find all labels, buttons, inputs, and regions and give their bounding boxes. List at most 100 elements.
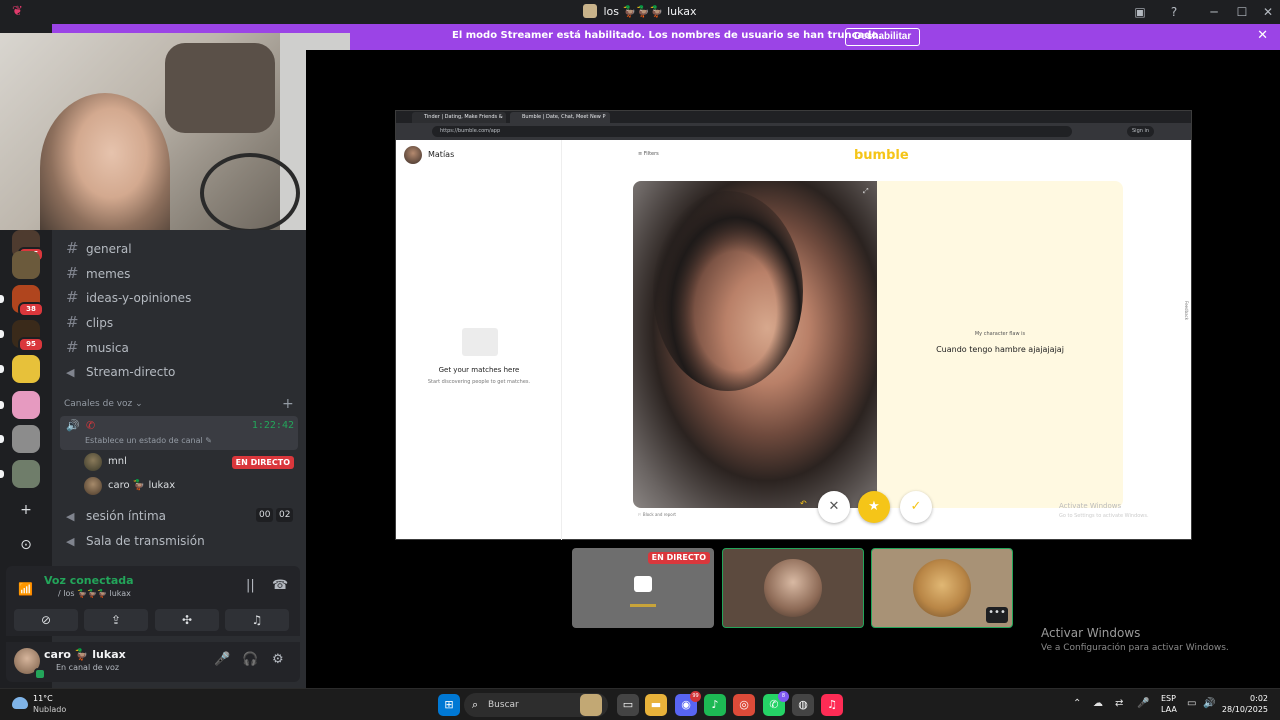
more-options-icon[interactable]: ••• bbox=[986, 607, 1008, 623]
file-explorer-icon[interactable]: ▬ bbox=[645, 694, 667, 716]
server-icon[interactable] bbox=[0, 355, 40, 383]
pass-button[interactable]: ✕ bbox=[818, 491, 850, 523]
browser-tab-bumble[interactable]: Bumble | Date, Chat, Meet New P bbox=[510, 112, 610, 123]
voice-connected-channel[interactable]: / los 🦆🦆🦆 lukax bbox=[58, 589, 131, 598]
profile-prompt-label: My character flaw is bbox=[974, 331, 1026, 337]
clock-time[interactable]: 0:02 bbox=[1250, 694, 1268, 703]
tray-overflow-icon[interactable]: ⌃ bbox=[1073, 698, 1081, 709]
expand-icon[interactable]: ⤢ bbox=[863, 187, 869, 196]
spotify-taskbar-icon[interactable]: ♪ bbox=[704, 694, 726, 716]
live-badge: EN DIRECTO bbox=[231, 456, 294, 469]
channel-ideas-y-opiniones[interactable]: # ideas-y-opiniones bbox=[66, 286, 296, 308]
obs-taskbar-icon[interactable]: ◍ bbox=[792, 694, 814, 716]
hash-icon: # bbox=[66, 313, 79, 331]
voice-connected-title[interactable]: Voz conectada bbox=[44, 574, 134, 587]
banner-text: El modo Streamer está habilitado. Los no… bbox=[452, 30, 883, 41]
maximize-button[interactable]: ☐ bbox=[1232, 3, 1252, 21]
channel-label: clips bbox=[86, 316, 114, 330]
participant-tile-caro[interactable]: ••• bbox=[871, 548, 1013, 628]
server-icon[interactable]: 95 bbox=[0, 320, 44, 352]
minimize-button[interactable]: ─ bbox=[1204, 3, 1224, 21]
feedback-tab[interactable]: Feedback bbox=[1184, 301, 1189, 320]
noise-suppression-icon[interactable]: || bbox=[246, 578, 255, 593]
start-button[interactable]: ⊞ bbox=[438, 694, 460, 716]
settings-gear-icon[interactable]: ⚙ bbox=[272, 652, 284, 667]
server-icon[interactable] bbox=[0, 391, 40, 419]
disable-streamer-mode-button[interactable]: Deshabilitar bbox=[845, 28, 921, 46]
participant-tile-mnl[interactable] bbox=[722, 548, 864, 628]
widget-icon[interactable] bbox=[580, 694, 602, 716]
browser-url[interactable]: https://bumble.com/app bbox=[432, 126, 1072, 137]
channel-stream-directo[interactable]: ◀ Stream-directo bbox=[66, 361, 296, 383]
disconnect-icon[interactable]: ☎ bbox=[272, 578, 288, 593]
input-layout[interactable]: LAA bbox=[1161, 705, 1177, 714]
window-title: los 🦆🦆🦆 lukax bbox=[0, 4, 1280, 18]
display-icon[interactable]: ▭ bbox=[1187, 698, 1196, 709]
add-voice-channel-icon[interactable]: + bbox=[282, 396, 294, 412]
activities-button[interactable]: ✣ bbox=[155, 609, 219, 631]
voice-member[interactable]: mnl EN DIRECTO bbox=[84, 453, 296, 473]
browser-tab-tinder[interactable]: Tinder | Dating, Make Friends & M bbox=[412, 112, 506, 131]
onedrive-icon[interactable]: ☁ bbox=[1093, 698, 1103, 709]
server-icon[interactable]: 38 bbox=[0, 285, 44, 317]
browser-signin[interactable]: Sign in bbox=[1127, 126, 1155, 137]
channel-memes[interactable]: # memes bbox=[66, 262, 296, 284]
bumble-profile-card[interactable]: ⤢ My character flaw is Cuando tengo hamb… bbox=[633, 181, 1123, 508]
headset-icon[interactable]: 🎧 bbox=[242, 652, 258, 667]
channel-clips[interactable]: # clips bbox=[66, 311, 296, 333]
network-icon[interactable]: ⇄ bbox=[1115, 698, 1123, 709]
webcam-bicycle bbox=[200, 153, 300, 230]
bumble-user-avatar[interactable] bbox=[404, 146, 422, 164]
soundboard-button[interactable]: ♫ bbox=[225, 609, 289, 631]
bumble-filters[interactable]: ≡ Filters bbox=[638, 151, 659, 157]
tiktok-taskbar-icon[interactable]: ♫ bbox=[821, 694, 843, 716]
channel-label: Sala de transmisión bbox=[86, 534, 205, 548]
help-icon[interactable]: ? bbox=[1166, 4, 1182, 20]
input-language[interactable]: ESP bbox=[1161, 694, 1176, 703]
channel-musica[interactable]: # musica bbox=[66, 336, 296, 358]
participant-tile-stream[interactable]: EN DIRECTO bbox=[572, 548, 714, 628]
voice-member[interactable]: caro 🦆 lukax bbox=[84, 477, 296, 497]
task-view-icon[interactable]: ▭ bbox=[617, 694, 639, 716]
whatsapp-taskbar-icon[interactable]: ✆ 8 bbox=[763, 691, 789, 716]
mention-badge: 38 bbox=[18, 302, 44, 317]
microphone-icon[interactable]: 🎤 bbox=[214, 652, 230, 667]
screen-share-button[interactable]: ⇪ bbox=[84, 609, 148, 631]
channel-general[interactable]: # general bbox=[66, 237, 296, 259]
close-window-button[interactable]: ✕ bbox=[1258, 3, 1278, 21]
webcam-overlay[interactable] bbox=[0, 33, 350, 230]
server-icon[interactable] bbox=[0, 425, 40, 453]
active-voice-channel[interactable]: 🔊 ✆ 1:22:42 Establece un estado de canal… bbox=[60, 416, 298, 450]
superswipe-button[interactable]: ★ bbox=[858, 491, 890, 523]
voice-channel-sala-de-transmision[interactable]: ◀ Sala de transmisión bbox=[66, 530, 296, 552]
cloud-icon[interactable] bbox=[12, 697, 28, 709]
inbox-icon[interactable]: ▣ bbox=[1132, 4, 1148, 20]
set-channel-status[interactable]: Establece un estado de canal ✎ bbox=[85, 436, 212, 445]
shared-screen-browser[interactable]: Tinder | Dating, Make Friends & M Bumble… bbox=[395, 110, 1192, 540]
block-and-report-link[interactable]: ⚐ Block and report bbox=[638, 512, 676, 517]
avatar bbox=[84, 477, 102, 495]
weather-temp[interactable]: 11°C bbox=[33, 694, 53, 703]
signal-icon[interactable]: 📶 bbox=[18, 582, 33, 596]
add-server-icon[interactable]: + bbox=[12, 496, 40, 524]
camera-button[interactable]: ⊘ bbox=[14, 609, 78, 631]
undo-icon[interactable]: ↶ bbox=[800, 499, 807, 508]
explore-servers-icon[interactable]: ⊙ bbox=[12, 531, 40, 559]
bumble-user-name[interactable]: Matías bbox=[428, 150, 454, 159]
clock-date[interactable]: 28/10/2025 bbox=[1222, 705, 1268, 714]
volume-icon[interactable]: 🔊 bbox=[1203, 698, 1215, 709]
server-icon[interactable] bbox=[0, 460, 40, 488]
server-icon bbox=[583, 4, 598, 18]
empty-matches-title: Get your matches here bbox=[438, 366, 520, 374]
banner-close-icon[interactable]: ✕ bbox=[1257, 28, 1268, 43]
tray-microphone-icon[interactable]: 🎤 bbox=[1137, 698, 1149, 709]
voice-category-label[interactable]: Canales de voz ⌄ bbox=[64, 399, 143, 409]
chrome-taskbar-icon[interactable]: ◎ bbox=[733, 694, 755, 716]
user-name[interactable]: caro 🦆 lukax bbox=[44, 648, 126, 661]
weather-condition[interactable]: Nublado bbox=[33, 705, 66, 714]
like-button[interactable]: ✓ bbox=[900, 491, 932, 523]
server-icon[interactable] bbox=[12, 251, 40, 279]
discord-taskbar-icon[interactable]: ◉ 99 bbox=[675, 691, 701, 716]
voice-channel-sesion-intima[interactable]: ◀ sesión íntima 00 02 bbox=[66, 505, 296, 527]
hash-icon: # bbox=[66, 338, 79, 356]
